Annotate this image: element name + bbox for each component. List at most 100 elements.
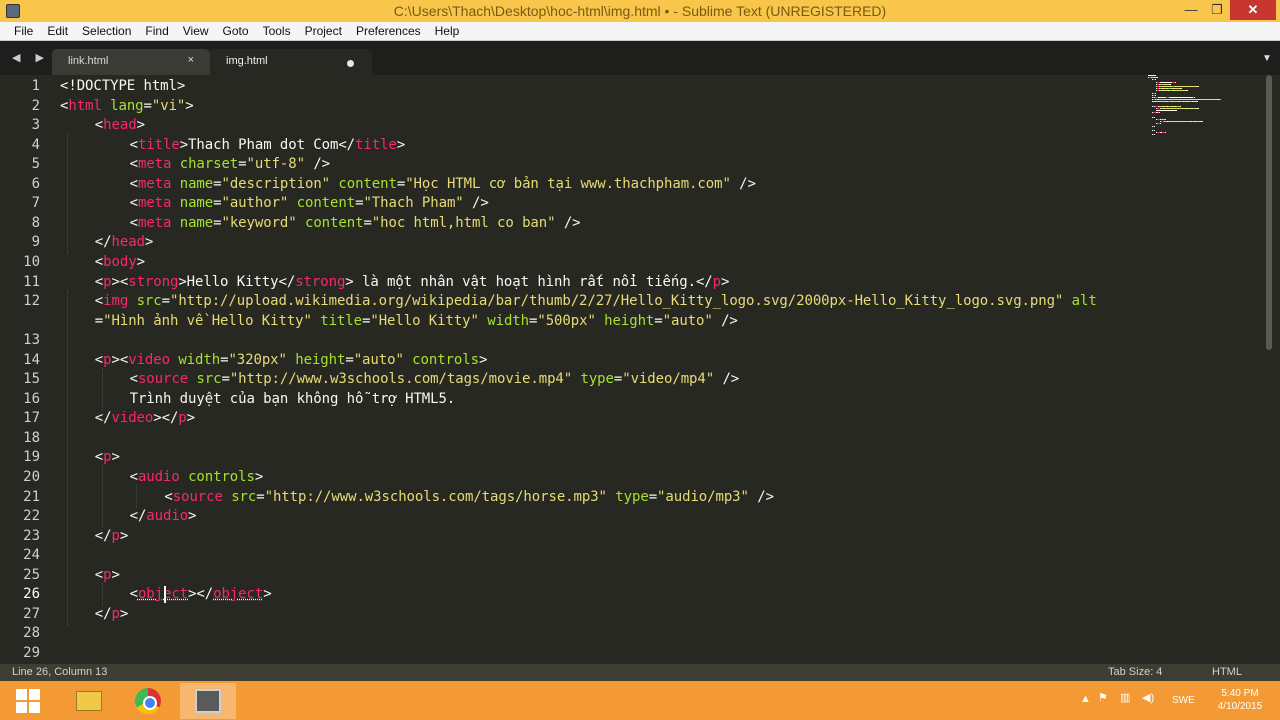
code-line[interactable]: <source src="http://www.w3schools.com/ta…: [130, 369, 740, 389]
menu-edit[interactable]: Edit: [47, 22, 68, 38]
tab-overflow-chevron-icon[interactable]: ▼: [1262, 53, 1272, 64]
input-language[interactable]: SWE: [1172, 695, 1195, 706]
minimap-line: [1165, 119, 1166, 120]
menu-find[interactable]: Find: [145, 22, 168, 38]
code-token: audio: [137, 469, 180, 485]
minimap-line: [1160, 123, 1161, 125]
code-token: p: [103, 566, 112, 583]
action-center-icon[interactable]: ⚑: [1098, 691, 1112, 704]
code-line[interactable]: <img src="http://upload.wikimedia.org/wi…: [95, 291, 1097, 311]
minimap-line: [1164, 108, 1187, 109]
code-line[interactable]: <meta name="description" content="Học HT…: [130, 174, 756, 194]
code-line[interactable]: <meta charset="utf-8" />: [130, 154, 331, 174]
minimap-line: [1201, 121, 1203, 123]
minimap-line: [1180, 105, 1181, 107]
code-line[interactable]: </audio>: [130, 506, 197, 526]
code-token: body: [103, 253, 137, 270]
minimap-line: [1197, 86, 1199, 87]
windows-taskbar: ▲ ⚑ ▥ ◀) SWE 5:40 PM 4/10/2015: [0, 681, 1280, 720]
code-token: =: [161, 293, 170, 310]
code-line[interactable]: </video></p>: [95, 408, 195, 428]
unsaved-dot-icon[interactable]: [347, 60, 354, 67]
code-line[interactable]: ="Hình ảnh về Hello Kitty" title="Hello …: [95, 311, 738, 331]
taskbar-chrome[interactable]: [120, 683, 176, 719]
folder-icon: [76, 691, 102, 711]
menu-project[interactable]: Project: [305, 22, 342, 38]
taskbar-sublime-text[interactable]: [180, 683, 236, 719]
close-window-button[interactable]: ✕: [1230, 0, 1276, 20]
tab-img-html[interactable]: img.html: [210, 49, 372, 75]
menu-goto[interactable]: Goto: [223, 22, 249, 38]
clock-date: 4/10/2015: [1217, 701, 1263, 712]
code-line[interactable]: <!DOCTYPE html>: [60, 76, 185, 96]
tab-link-html[interactable]: link.html ×: [52, 49, 210, 75]
volume-icon[interactable]: ◀): [1142, 691, 1156, 704]
code-token: "vi": [151, 97, 186, 114]
code-line[interactable]: <title>Thach Pham dot Com</title>: [130, 135, 406, 155]
code-line[interactable]: <head>: [95, 115, 145, 135]
code-token: =: [654, 312, 663, 329]
code-token: source: [137, 371, 189, 388]
taskbar-file-explorer[interactable]: [60, 683, 116, 719]
menu-view[interactable]: View: [183, 22, 209, 38]
code-line[interactable]: </p>: [95, 604, 129, 624]
windows-start-icon[interactable]: [16, 689, 40, 713]
code-token: =: [94, 312, 104, 329]
code-token: />: [714, 371, 740, 388]
code-line[interactable]: <source src="http://www.w3schools.com/ta…: [164, 487, 774, 507]
window-title: C:\Users\Thach\Desktop\hoc-html\img.html…: [393, 3, 887, 19]
code-line[interactable]: <body>: [95, 252, 145, 272]
code-line[interactable]: <p>: [95, 565, 120, 585]
menu-file[interactable]: File: [14, 22, 33, 38]
code-token: ><: [111, 273, 129, 290]
code-line[interactable]: <audio controls>: [130, 467, 264, 487]
code-editor[interactable]: 1 2 3 4 5 6 7 8 9 10 11 12 13 14 15 16 17 18 19 20 21 22 23 24 2…: [0, 75, 1280, 664]
code-area[interactable]: <!DOCTYPE html> <html lang="vi"> <head> <ti…: [60, 75, 1160, 664]
tray-show-hidden-icon[interactable]: ▲: [1080, 693, 1092, 705]
code-token: p: [111, 605, 120, 622]
menu-preferences[interactable]: Preferences: [356, 22, 421, 38]
code-token: />: [748, 488, 774, 505]
network-icon[interactable]: ▥: [1120, 691, 1134, 704]
indent-guide: [101, 582, 103, 606]
code-line[interactable]: <object></object>: [130, 584, 272, 604]
restore-button[interactable]: ❐: [1204, 0, 1230, 20]
code-token: >: [185, 97, 194, 114]
code-line[interactable]: <html lang="vi">: [60, 96, 194, 116]
minimap-line: [1176, 86, 1197, 87]
code-token: =: [345, 351, 354, 368]
minimap[interactable]: [1148, 75, 1264, 155]
tab-nav-arrows-icon[interactable]: ◀ ▶: [12, 51, 50, 64]
menu-help[interactable]: Help: [435, 22, 460, 38]
title-bar: C:\Users\Thach\Desktop\hoc-html\img.html…: [0, 0, 1280, 22]
tab-close-icon[interactable]: ×: [188, 54, 194, 66]
tab-size-selector[interactable]: Tab Size: 4: [1108, 666, 1162, 678]
code-line[interactable]: </p>: [95, 526, 129, 546]
code-line[interactable]: </head>: [95, 232, 154, 252]
code-line[interactable]: <meta name="keyword" content="hoc html,h…: [130, 213, 581, 233]
menu-tools[interactable]: Tools: [263, 22, 291, 38]
syntax-selector[interactable]: HTML: [1212, 666, 1242, 678]
system-clock[interactable]: 5:40 PM 4/10/2015: [1210, 687, 1270, 713]
code-line[interactable]: <p><strong>Hello Kitty</strong> là một n…: [95, 272, 730, 292]
minimap-line: [1156, 110, 1177, 112]
vertical-scrollbar[interactable]: [1266, 75, 1272, 350]
menu-selection[interactable]: Selection: [82, 22, 131, 38]
code-token: <: [129, 469, 138, 485]
code-line[interactable]: <p>: [95, 447, 120, 467]
code-token: />: [304, 156, 331, 173]
code-line[interactable]: <meta name="author" content="Thach Pham"…: [130, 193, 489, 213]
line-number: 20: [23, 469, 40, 485]
minimap-line: [1173, 88, 1180, 90]
minimize-button[interactable]: —: [1178, 0, 1204, 20]
code-line[interactable]: Trình duyệt của bạn không hỗ trợ HTML5.: [130, 389, 456, 409]
code-line[interactable]: <p><video width="320px" height="auto" co…: [95, 350, 488, 370]
code-token: object: [137, 586, 189, 603]
minimap-line: [1159, 112, 1160, 114]
sublime-text-icon: [195, 689, 221, 713]
code-token: =: [256, 488, 265, 505]
